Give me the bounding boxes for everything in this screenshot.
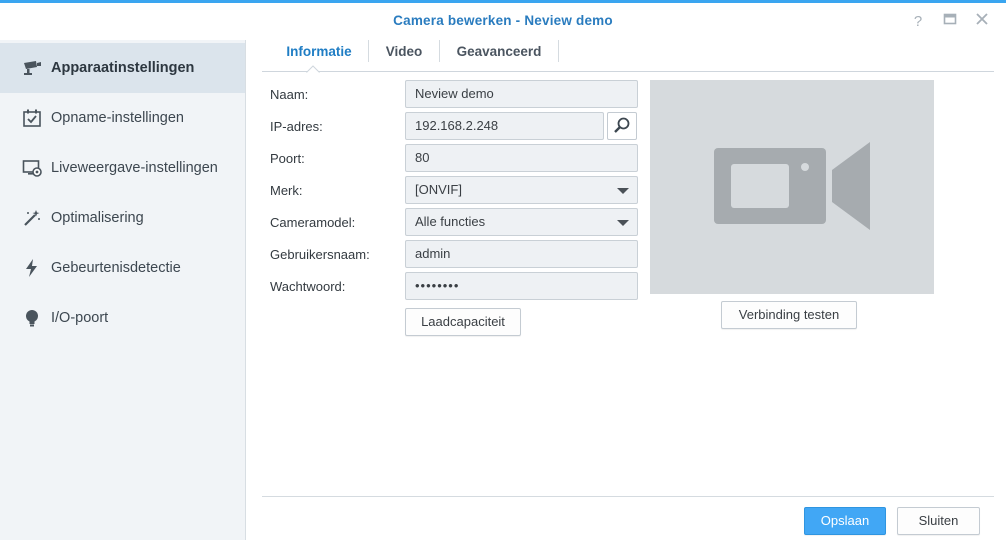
window-title: Camera bewerken - Neview demo xyxy=(393,13,613,28)
title-bar: Camera bewerken - Neview demo ? xyxy=(0,6,1006,40)
camera-model-select[interactable]: Alle functies xyxy=(405,208,638,236)
name-label: Naam: xyxy=(270,87,309,102)
brand-label: Merk: xyxy=(270,183,303,198)
tab-divider xyxy=(558,40,559,62)
test-connection-button[interactable]: Verbinding testen xyxy=(721,301,857,329)
tab-video[interactable]: Video xyxy=(369,40,439,71)
search-camera-button[interactable] xyxy=(607,112,637,140)
ip-label: IP-adres: xyxy=(270,119,323,134)
video-camera-icon xyxy=(714,141,870,233)
password-field[interactable]: •••••••• xyxy=(405,272,638,300)
sidebar-item-label: Optimalisering xyxy=(51,210,144,226)
camera-preview xyxy=(650,80,934,294)
port-field[interactable]: 80 xyxy=(405,144,638,172)
sidebar-item-liveweergave-instellingen[interactable]: Liveweergave-instellingen xyxy=(0,143,245,193)
tab-geavanceerd[interactable]: Geavanceerd xyxy=(440,40,558,71)
sidebar-item-label: Liveweergave-instellingen xyxy=(51,160,218,176)
camera-model-select-value: Alle functies xyxy=(415,214,486,229)
active-tab-pointer xyxy=(306,65,320,73)
chevron-down-icon xyxy=(617,220,629,226)
calendar-check-icon xyxy=(21,107,43,129)
lightbulb-icon xyxy=(21,307,43,329)
maximize-icon[interactable] xyxy=(940,12,960,32)
brand-select-value: [ONVIF] xyxy=(415,182,462,197)
footer-divider xyxy=(262,496,994,497)
search-icon xyxy=(613,116,631,137)
sidebar-item-label: Opname-instellingen xyxy=(51,110,184,126)
username-label: Gebruikersnaam: xyxy=(270,247,370,262)
password-label: Wachtwoord: xyxy=(270,279,346,294)
brand-select[interactable]: [ONVIF] xyxy=(405,176,638,204)
chevron-down-icon xyxy=(617,188,629,194)
sidebar-item-gebeurtenisdetectie[interactable]: Gebeurtenisdetectie xyxy=(0,243,245,293)
sidebar-item-optimalisering[interactable]: Optimalisering xyxy=(0,193,245,243)
name-field[interactable]: Neview demo xyxy=(405,80,638,108)
sidebar-item-label: Gebeurtenisdetectie xyxy=(51,260,181,276)
model-label: Cameramodel: xyxy=(270,215,356,230)
sidebar-item-apparaatinstellingen[interactable]: Apparaatinstellingen xyxy=(0,43,245,93)
sidebar-item-opname-instellingen[interactable]: Opname-instellingen xyxy=(0,93,245,143)
help-icon[interactable]: ? xyxy=(908,12,928,32)
sidebar-item-label: I/O-poort xyxy=(51,310,109,326)
monitor-gear-icon xyxy=(21,157,43,179)
ip-address-field[interactable]: 192.168.2.248 xyxy=(405,112,604,140)
camera-icon xyxy=(21,57,43,79)
sidebar: Apparaatinstellingen Opname-instellingen… xyxy=(0,40,246,540)
tab-bar: Informatie Video Geavanceerd xyxy=(262,40,994,72)
close-button[interactable]: Sluiten xyxy=(897,507,980,535)
magic-wand-icon xyxy=(21,207,43,229)
username-field[interactable]: admin xyxy=(405,240,638,268)
sidebar-item-io-poort[interactable]: I/O-poort xyxy=(0,293,245,343)
load-capacity-button[interactable]: Laadcapaciteit xyxy=(405,308,521,336)
close-icon[interactable] xyxy=(972,12,992,32)
port-label: Poort: xyxy=(270,151,305,166)
save-button[interactable]: Opslaan xyxy=(804,507,886,535)
lightning-icon xyxy=(21,257,43,279)
sidebar-item-label: Apparaatinstellingen xyxy=(51,60,195,76)
edit-camera-window: Camera bewerken - Neview demo ? Apparaat… xyxy=(0,0,1006,540)
